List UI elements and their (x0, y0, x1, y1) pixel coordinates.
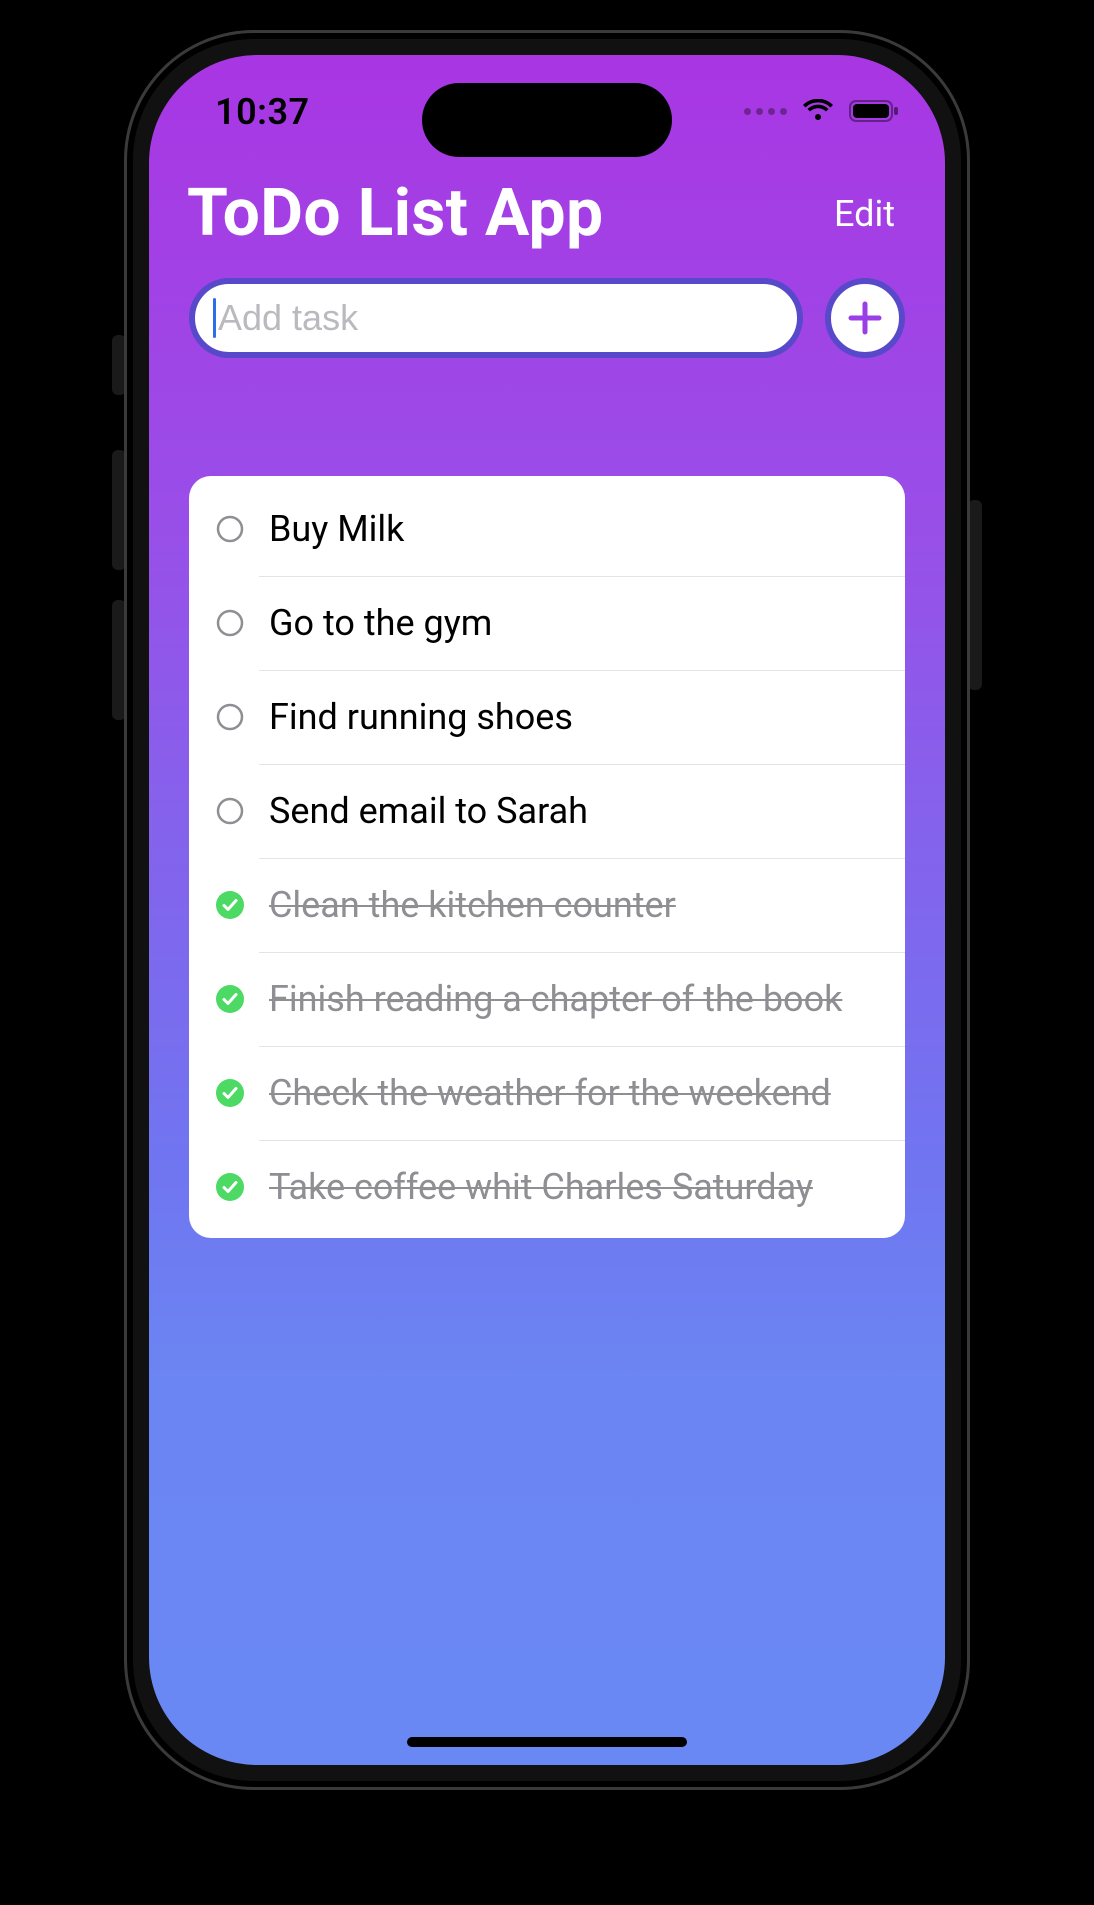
task-text: Buy Milk (269, 508, 404, 550)
checkmark-circle-icon[interactable] (215, 984, 245, 1014)
circle-icon[interactable] (215, 796, 245, 826)
add-task-field-wrap[interactable] (189, 278, 803, 358)
task-row[interactable]: Send email to Sarah (189, 764, 905, 858)
task-text: Send email to Sarah (269, 790, 588, 832)
plus-icon (845, 298, 885, 338)
task-text: Finish reading a chapter of the book (269, 978, 842, 1020)
task-text: Take coffee whit Charles Saturday (269, 1166, 813, 1208)
text-cursor (213, 298, 216, 338)
wifi-icon (801, 99, 835, 123)
task-text: Clean the kitchen counter (269, 884, 676, 926)
task-row[interactable]: Find running shoes (189, 670, 905, 764)
circle-icon[interactable] (215, 514, 245, 544)
task-text: Find running shoes (269, 696, 573, 738)
battery-icon (849, 99, 901, 123)
screen: 10:37 (149, 55, 945, 1765)
status-time: 10:37 (215, 91, 310, 133)
circle-icon[interactable] (215, 702, 245, 732)
cellular-icon (744, 108, 787, 115)
task-text: Go to the gym (269, 602, 492, 644)
checkmark-circle-icon[interactable] (215, 890, 245, 920)
dynamic-island (422, 83, 672, 157)
task-row[interactable]: Go to the gym (189, 576, 905, 670)
checkmark-circle-icon[interactable] (215, 1078, 245, 1108)
task-list: Buy Milk Go to the gym Find running shoe… (189, 476, 905, 1238)
task-row[interactable]: Clean the kitchen counter (189, 858, 905, 952)
task-row[interactable]: Finish reading a chapter of the book (189, 952, 905, 1046)
circle-icon[interactable] (215, 608, 245, 638)
home-indicator (407, 1737, 687, 1747)
add-task-button[interactable] (825, 278, 905, 358)
task-text: Check the weather for the weekend (269, 1072, 831, 1114)
task-row[interactable]: Check the weather for the weekend (189, 1046, 905, 1140)
task-row[interactable]: Take coffee whit Charles Saturday (189, 1140, 905, 1234)
add-task-input[interactable] (218, 297, 779, 339)
task-row[interactable]: Buy Milk (189, 482, 905, 576)
checkmark-circle-icon[interactable] (215, 1172, 245, 1202)
edit-button[interactable]: Edit (834, 193, 895, 235)
phone-frame: 10:37 (124, 30, 970, 1790)
page-title: ToDo List App (187, 175, 603, 252)
